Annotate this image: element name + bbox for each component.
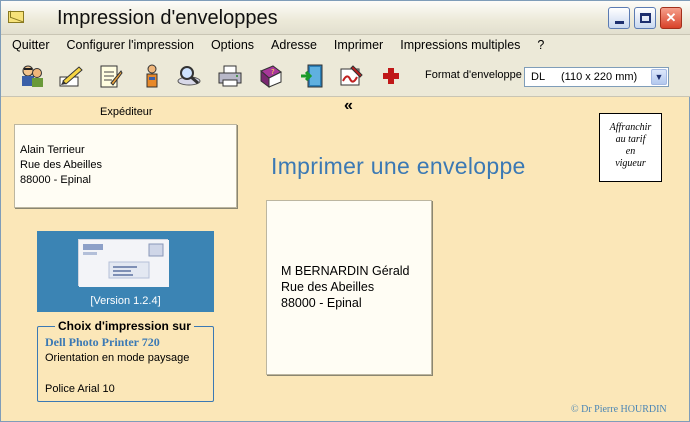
menu-bar: Quitter Configurer l'impression Options … bbox=[1, 35, 690, 55]
menu-configurer-impression[interactable]: Configurer l'impression bbox=[56, 35, 200, 55]
menu-imprimer[interactable]: Imprimer bbox=[323, 35, 389, 55]
people-icon[interactable] bbox=[17, 61, 47, 91]
stamp-box: Affranchir au tarif en vigueur bbox=[599, 113, 662, 182]
plus-icon[interactable] bbox=[376, 61, 406, 91]
envelope-icon[interactable] bbox=[8, 11, 24, 23]
close-button[interactable]: ✕ bbox=[660, 7, 682, 29]
signature-icon[interactable] bbox=[336, 61, 366, 91]
orientation-text: Orientation en mode paysage bbox=[45, 352, 190, 364]
sender-label: Expéditeur bbox=[100, 106, 153, 118]
menu-impressions-multiples[interactable]: Impressions multiples bbox=[389, 35, 526, 55]
stamp-line: en bbox=[625, 146, 636, 157]
book-icon[interactable]: ? bbox=[256, 61, 286, 91]
sender-address-box[interactable]: Alain Terrieur Rue des Abeilles 88000 - … bbox=[14, 124, 237, 208]
recipient-address-box[interactable]: M BERNARDIN Gérald Rue des Abeilles 8800… bbox=[266, 200, 432, 375]
version-panel: [Version 1.2.4] bbox=[37, 231, 214, 312]
exit-icon[interactable] bbox=[297, 61, 327, 91]
person-icon[interactable] bbox=[137, 61, 167, 91]
menu-quitter[interactable]: Quitter bbox=[1, 35, 56, 55]
recipient-line: M BERNARDIN Gérald bbox=[281, 264, 410, 278]
menu-help[interactable]: ? bbox=[526, 35, 550, 55]
envelope-format-select[interactable]: DL (110 x 220 mm) ▼ bbox=[524, 67, 669, 87]
sender-line: Rue des Abeilles bbox=[20, 159, 102, 171]
stamp-line: Affranchir bbox=[609, 122, 652, 133]
menu-options[interactable]: Options bbox=[200, 35, 260, 55]
recipient-line: Rue des Abeilles bbox=[281, 280, 375, 294]
format-code: DL bbox=[531, 71, 546, 83]
version-label: [Version 1.2.4] bbox=[90, 295, 161, 307]
app-window: Impression d'enveloppes ✕ Quitter Config… bbox=[0, 0, 690, 422]
minimize-button[interactable] bbox=[608, 7, 630, 29]
chevron-down-icon[interactable]: ▼ bbox=[651, 69, 667, 85]
stamp-line: vigueur bbox=[615, 158, 646, 169]
sender-line: 88000 - Epinal bbox=[20, 174, 91, 186]
envelope-preview-image bbox=[78, 239, 169, 287]
close-icon: ✕ bbox=[665, 10, 677, 25]
maximize-button[interactable] bbox=[634, 7, 656, 29]
maximize-icon bbox=[639, 13, 651, 23]
main-title: Imprimer une enveloppe bbox=[271, 153, 526, 179]
print-settings-title: Choix d'impression sur bbox=[55, 319, 194, 333]
stamp-line: au tarif bbox=[615, 134, 646, 145]
svg-text:?: ? bbox=[271, 68, 275, 76]
printer-icon[interactable] bbox=[215, 61, 245, 91]
window-title: Impression d'enveloppes bbox=[57, 7, 278, 29]
sender-line: Alain Terrieur bbox=[20, 144, 85, 156]
magnifier-icon[interactable] bbox=[174, 61, 204, 91]
pen-icon[interactable] bbox=[55, 61, 85, 91]
menu-adresse[interactable]: Adresse bbox=[260, 35, 323, 55]
copyright: © Dr Pierre HOURDIN bbox=[571, 404, 667, 415]
collapse-chevron-icon[interactable]: « bbox=[344, 97, 353, 115]
minimize-icon bbox=[614, 20, 624, 24]
notepad-icon[interactable] bbox=[95, 61, 125, 91]
format-size: (110 x 220 mm) bbox=[561, 71, 638, 83]
format-label: Format d'enveloppe bbox=[425, 69, 522, 81]
title-bar[interactable]: Impression d'enveloppes ✕ bbox=[1, 1, 690, 35]
font-setting: Police Arial 10 bbox=[45, 383, 115, 395]
recipient-line: 88000 - Epinal bbox=[281, 296, 362, 310]
printer-name: Dell Photo Printer 720 bbox=[45, 335, 160, 349]
